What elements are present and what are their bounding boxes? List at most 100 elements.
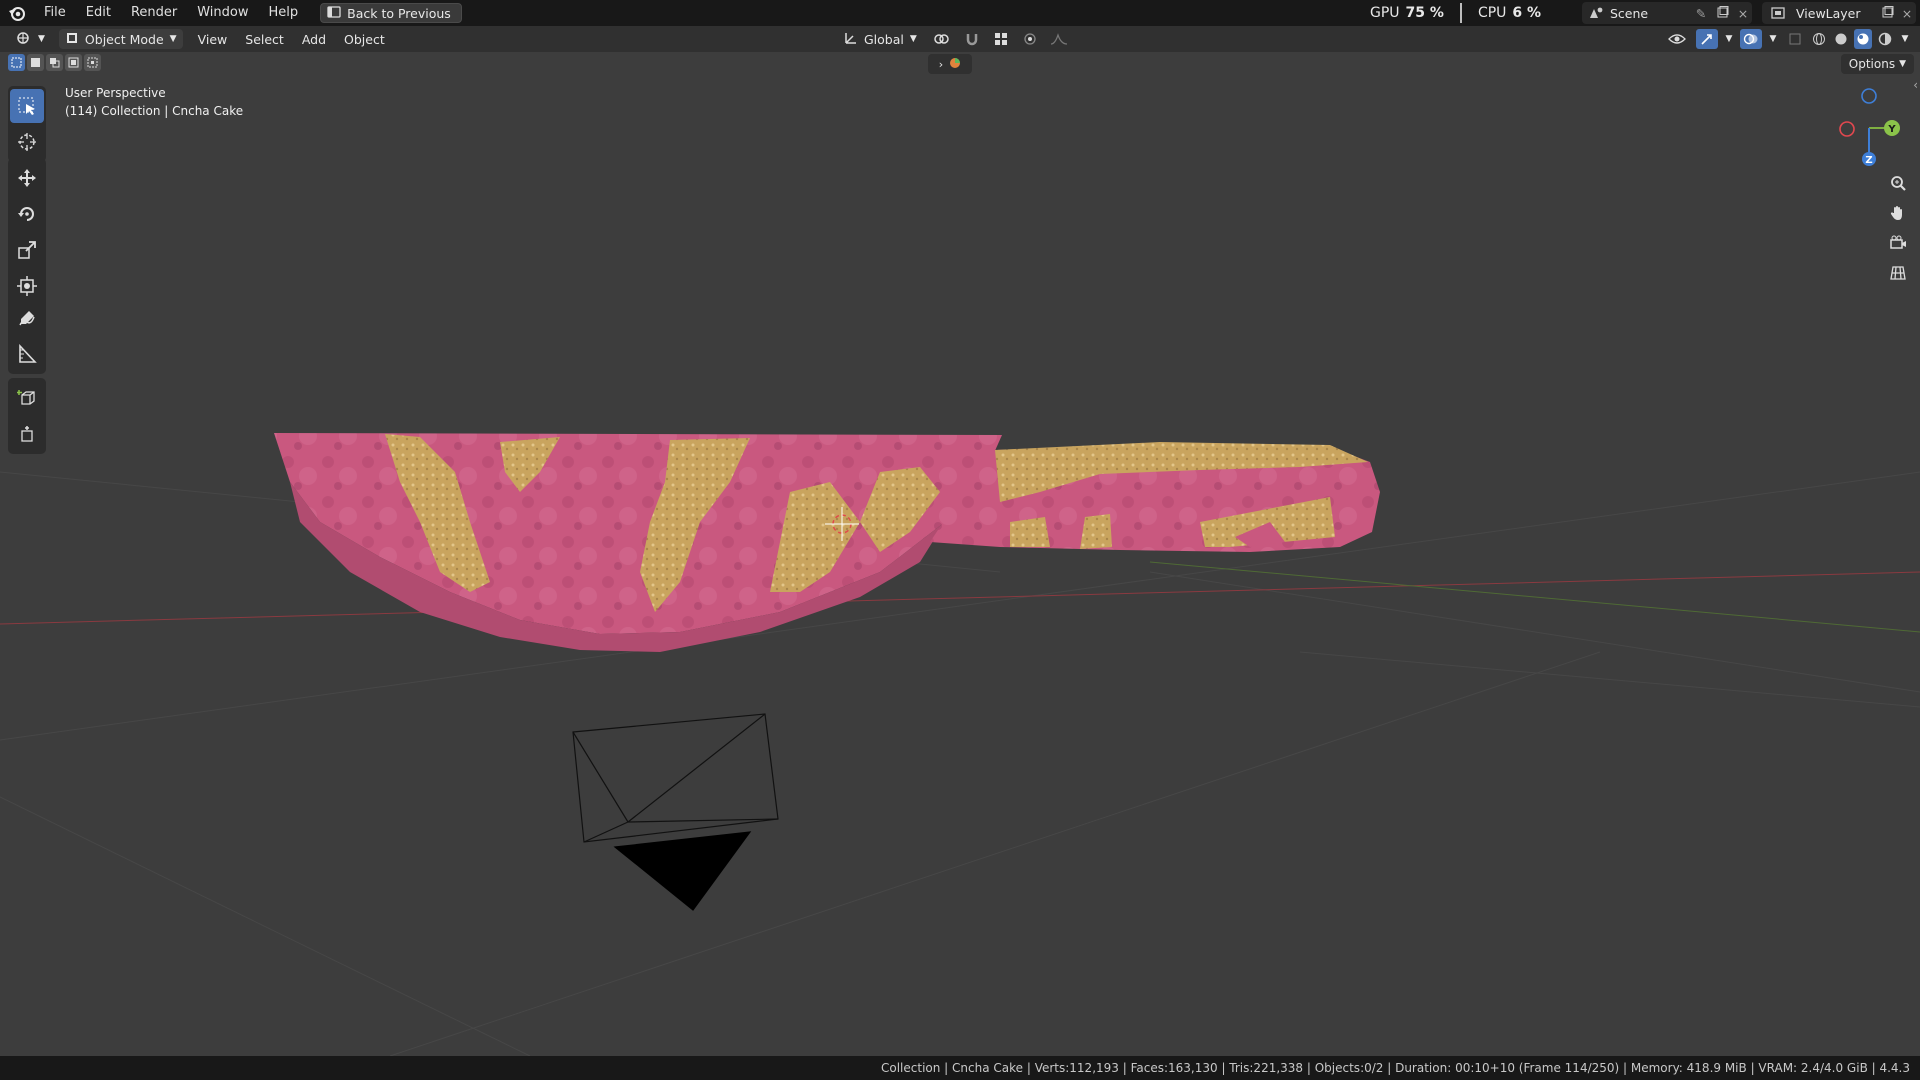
navigation-gizmo[interactable]: Y Z (1839, 88, 1900, 166)
add-cube-icon[interactable] (10, 381, 44, 415)
cake-slab-mesh[interactable] (930, 442, 1380, 552)
chevron-down-icon[interactable]: ▼ (1722, 29, 1736, 49)
chevron-down-icon: ▼ (169, 34, 177, 44)
scene-statistics: Collection | Cncha Cake | Verts:112,193 … (881, 1061, 1910, 1075)
select-box-icon[interactable] (10, 89, 44, 123)
transform-orientation-icon (844, 31, 858, 48)
move-icon[interactable] (10, 161, 44, 195)
cpu-readout: CPU 6 % (1478, 5, 1541, 21)
view-menu[interactable]: View (189, 32, 237, 47)
menu-edit[interactable]: Edit (76, 0, 121, 26)
chevron-down-icon[interactable]: ▼ (1766, 29, 1780, 49)
y-axis-line (1149, 561, 1920, 633)
camera-view-icon[interactable] (1884, 229, 1912, 257)
blender-logo-icon[interactable] (0, 0, 34, 26)
visibility-icon[interactable] (1662, 29, 1692, 49)
gpu-label: GPU (1370, 5, 1400, 21)
performance-monitor: GPU 75 % CPU 6 % (1370, 0, 1541, 26)
select-extend-icon[interactable] (27, 54, 44, 71)
material-preview-icon (949, 57, 961, 72)
select-subtract-icon[interactable] (46, 54, 63, 71)
toolbox-move-tools (8, 158, 46, 306)
shading-wireframe-icon[interactable] (1810, 29, 1828, 49)
status-bar: Collection | Cncha Cake | Verts:112,193 … (0, 1056, 1920, 1080)
object-mode-dropdown[interactable]: Object Mode ▼ (58, 29, 183, 49)
grid-view-icon[interactable] (1884, 259, 1912, 287)
chevron-down-icon: ▼ (1899, 59, 1906, 69)
sidebar-expander[interactable]: › (928, 54, 972, 74)
gizmo-z-label: Z (1865, 155, 1872, 166)
gpu-readout: GPU 75 % (1370, 5, 1444, 21)
shading-material-icon[interactable] (1854, 29, 1872, 49)
pan-hand-icon[interactable] (1884, 199, 1912, 227)
menu-help[interactable]: Help (259, 0, 309, 26)
snap-target-icon[interactable] (987, 29, 1015, 49)
chevron-down-icon: ▼ (38, 34, 45, 44)
cpu-label: CPU (1477, 5, 1507, 21)
annotate-icon[interactable] (10, 301, 44, 335)
overlay-icon[interactable] (1740, 29, 1762, 49)
editor-type-icon (16, 31, 32, 48)
pivot-icon[interactable] (927, 29, 957, 49)
view-perspective-label: User Perspective (65, 86, 166, 100)
selection-mode-group (8, 54, 101, 71)
measure-icon[interactable] (10, 337, 44, 371)
cpu-value: 6 % (1512, 5, 1542, 21)
menu-file[interactable]: File (34, 0, 76, 26)
scene-selector[interactable]: Scene ✎ × (1582, 2, 1752, 24)
back-to-previous-button[interactable]: Back to Previous (320, 3, 462, 23)
camera-object[interactable] (572, 713, 779, 911)
close-viewlayer-icon[interactable]: × (1898, 6, 1916, 21)
object-mode-icon (65, 31, 79, 48)
new-viewlayer-icon[interactable] (1878, 5, 1898, 21)
viewlayer-icon (1762, 6, 1796, 20)
close-scene-icon[interactable]: × (1734, 6, 1752, 21)
rotate-icon[interactable] (10, 197, 44, 231)
back-to-previous-label: Back to Previous (347, 5, 451, 21)
chevron-down-icon[interactable]: ▼ (1898, 29, 1912, 49)
toolbox-add (8, 378, 46, 454)
zoom-icon[interactable] (1884, 169, 1912, 197)
add-menu[interactable]: Add (293, 32, 335, 47)
add-object-icon[interactable] (10, 417, 44, 451)
transform-orientation-label: Global (864, 31, 904, 47)
chevron-down-icon: ▼ (909, 34, 917, 44)
menu-render[interactable]: Render (121, 0, 187, 26)
back-icon (327, 5, 341, 21)
gizmo-y-label: Y (1887, 124, 1896, 135)
x-axis-line (0, 571, 1920, 625)
cursor-icon[interactable] (10, 125, 44, 159)
shading-solid-icon[interactable] (1832, 29, 1850, 49)
object-menu[interactable]: Object (335, 32, 394, 47)
viewport-display-controls: ▼ ▼ ▼ (1662, 29, 1912, 49)
viewport-scene[interactable]: Y Z (0, 52, 1920, 1056)
transform-controls: Global ▼ (838, 29, 1073, 49)
floor-grid (0, 471, 1920, 1056)
3d-viewport[interactable]: Y Z User Perspective (114) Collection | … (0, 52, 1920, 1056)
scene-name: Scene (1610, 5, 1649, 21)
select-new-icon[interactable] (8, 54, 25, 71)
toolbox-transform (8, 86, 46, 162)
scale-icon[interactable] (10, 233, 44, 267)
transform-orientation-dropdown[interactable]: Global ▼ (838, 29, 923, 49)
shading-rendered-icon[interactable] (1876, 29, 1894, 49)
options-dropdown[interactable]: Options ▼ (1840, 54, 1914, 74)
gizmo-icon[interactable] (1696, 29, 1718, 49)
new-scene-icon[interactable] (1712, 5, 1734, 21)
proportional-edit-icon[interactable] (1019, 29, 1041, 49)
snap-icon[interactable] (961, 29, 983, 49)
viewlayer-selector[interactable]: ViewLayer × (1762, 2, 1916, 24)
menu-window[interactable]: Window (187, 0, 258, 26)
xray-icon[interactable] (1784, 29, 1806, 49)
cake-bowl-mesh[interactable] (274, 433, 1002, 652)
pin-icon[interactable]: ✎ (1690, 6, 1712, 21)
select-menu[interactable]: Select (236, 32, 293, 47)
editor-type-dropdown[interactable]: ▼ (10, 29, 51, 49)
scene-icon (1582, 6, 1610, 20)
falloff-icon[interactable] (1045, 29, 1073, 49)
perf-divider (1459, 3, 1462, 23)
select-intersect-icon[interactable] (84, 54, 101, 71)
collection-info-label: (114) Collection | Cncha Cake (65, 104, 244, 118)
select-invert-icon[interactable] (65, 54, 82, 71)
n-panel-toggle-icon[interactable]: ‹ (1913, 78, 1918, 92)
